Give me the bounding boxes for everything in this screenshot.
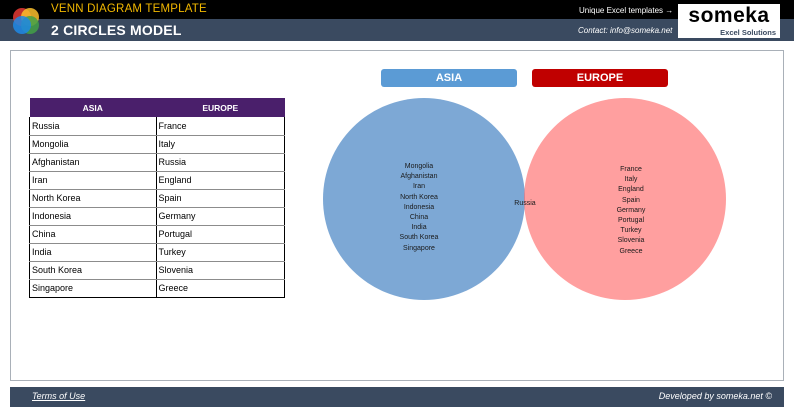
list-item: France <box>620 166 642 173</box>
table-cell[interactable]: Germany <box>156 207 286 226</box>
table-row: India Turkey <box>29 243 286 262</box>
table-cell[interactable]: Portugal <box>156 225 286 244</box>
table-cell[interactable]: England <box>156 171 286 190</box>
list-item: Spain <box>622 196 640 204</box>
brand-subtitle: Excel Solutions <box>720 28 776 37</box>
list-item: England <box>618 186 644 194</box>
list-item: North Korea <box>400 193 438 201</box>
list-item: Germany <box>616 206 646 214</box>
table-cell[interactable]: Russia <box>156 153 286 172</box>
table-cell[interactable]: Spain <box>156 189 286 208</box>
table-cell[interactable]: Italy <box>156 135 286 154</box>
list-item: Turkey <box>620 227 642 235</box>
table-cell[interactable]: China <box>29 225 157 244</box>
column-header-asia: ASIA <box>29 98 157 117</box>
table-cell[interactable]: Turkey <box>156 243 286 262</box>
venn-logo-icon <box>13 8 39 34</box>
app-title: VENN DIAGRAM TEMPLATE <box>51 3 207 15</box>
list-item: Italy <box>624 176 638 184</box>
list-item: Slovenia <box>617 237 645 245</box>
terms-of-use-link[interactable]: Terms of Use <box>32 391 85 401</box>
europe-only-list: France Italy England Spain Germany Portu… <box>586 165 676 257</box>
table-cell[interactable]: North Korea <box>29 189 157 208</box>
list-item: Greece <box>619 247 643 255</box>
table-cell[interactable]: South Korea <box>29 261 157 280</box>
list-item: Mongolia <box>404 163 434 170</box>
table-row: Mongolia Italy <box>29 135 286 154</box>
asia-set-label: ASIA <box>381 69 517 87</box>
table-cell[interactable]: Mongolia <box>29 135 157 154</box>
intersection-list: Russia <box>480 199 570 209</box>
list-item: Indonesia <box>403 203 435 211</box>
list-item: China <box>409 214 429 222</box>
table-cell[interactable]: Afghanistan <box>29 153 157 172</box>
table-cell[interactable]: Indonesia <box>29 207 157 226</box>
column-header-europe: EUROPE <box>156 98 285 117</box>
list-item: Russia <box>514 200 536 207</box>
table-row: Indonesia Germany <box>29 207 286 226</box>
list-item: South Korea <box>399 234 439 242</box>
table-row: North Korea Spain <box>29 189 286 208</box>
brand-name: someka <box>688 4 770 27</box>
asia-only-list: Mongolia Afghanistan Iran North Korea In… <box>374 162 464 254</box>
someka-logo[interactable]: someka Excel Solutions <box>678 4 780 38</box>
unique-templates-link[interactable]: Unique Excel templates → <box>579 6 673 15</box>
table-cell[interactable]: India <box>29 243 157 262</box>
footer-bar: Terms of Use Developed by someka.net © <box>10 387 784 407</box>
list-item: Iran <box>412 183 426 191</box>
europe-set-label: EUROPE <box>532 69 668 87</box>
table-row: Iran England <box>29 171 286 190</box>
table-cell[interactable]: France <box>156 117 286 136</box>
list-item: Afghanistan <box>400 173 438 181</box>
list-item: Singapore <box>403 244 435 252</box>
list-item: India <box>411 224 427 232</box>
table-cell[interactable]: Russia <box>29 117 157 136</box>
table-row: Russia France <box>29 117 286 136</box>
table-row: China Portugal <box>29 225 286 244</box>
table-cell[interactable]: Singapore <box>29 279 157 298</box>
table-cell[interactable]: Greece <box>156 279 286 298</box>
table-cell[interactable]: Iran <box>29 171 157 190</box>
list-item: Portugal <box>617 217 645 225</box>
table-cell[interactable]: Slovenia <box>156 261 286 280</box>
contact-email[interactable]: Contact: info@someka.net <box>578 26 672 35</box>
table-header-row: ASIA EUROPE <box>29 98 285 117</box>
table-row: South Korea Slovenia <box>29 261 286 280</box>
model-title: 2 CIRCLES MODEL <box>51 22 182 38</box>
developed-by-link[interactable]: Developed by someka.net © <box>659 391 772 401</box>
table-row: Singapore Greece <box>29 279 286 298</box>
table-row: Afghanistan Russia <box>29 153 286 172</box>
data-table: ASIA EUROPE Russia France Mongolia Italy A… <box>29 98 286 298</box>
